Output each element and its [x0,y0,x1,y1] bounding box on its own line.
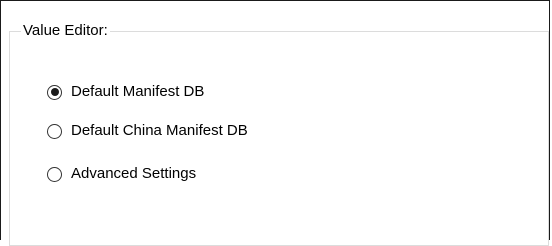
group-title: Value Editor: [21,22,110,40]
radio-label: Default Manifest DB [71,83,205,100]
radio-label: Advanced Settings [71,165,197,182]
radio-label: Default China Manifest DB [71,122,248,139]
radio-button-icon[interactable] [47,84,62,100]
radio-option-advanced-settings[interactable]: Advanced Settings [47,164,196,184]
radio-button-icon[interactable] [47,166,62,182]
radio-option-default-china-manifest-db[interactable]: Default China Manifest DB [47,121,248,141]
radio-option-default-manifest-db[interactable]: Default Manifest DB [47,82,204,102]
radio-selected-dot-icon [50,88,59,96]
radio-button-icon[interactable] [47,123,62,139]
dialog-frame: Value Editor: Default Manifest DB Defaul… [0,0,550,246]
